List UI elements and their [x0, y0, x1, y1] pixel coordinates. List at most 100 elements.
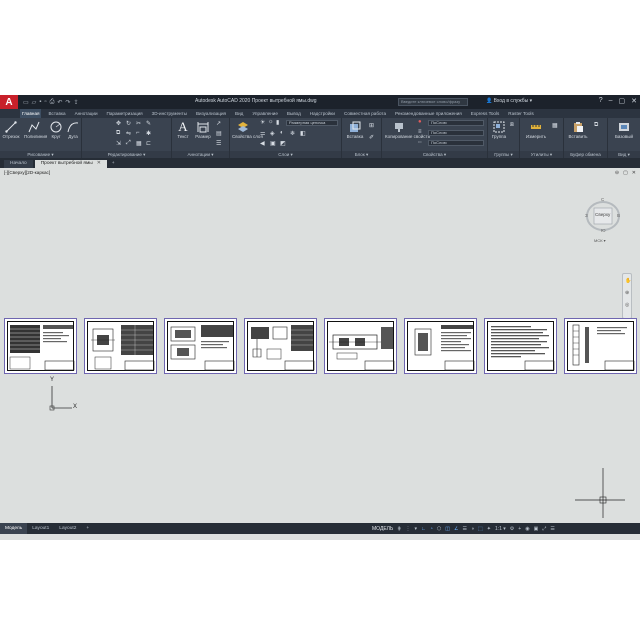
doc-tab-start[interactable]: Начало	[4, 160, 33, 168]
bulb-icon[interactable]: ☀	[260, 119, 265, 126]
paste-tool[interactable]: Вставить	[567, 121, 589, 139]
array-icon[interactable]: ▦	[136, 140, 142, 147]
layout-tab-layout1[interactable]: Layout1	[27, 523, 54, 534]
search-input[interactable]: Введите ключевое слово/фразу	[398, 98, 468, 106]
mirror-icon[interactable]: ⇋	[126, 130, 131, 137]
match-properties-tool[interactable]: Копирование свойств	[385, 121, 430, 139]
close-drawing-icon[interactable]: ✕	[632, 170, 636, 176]
polyline-tool[interactable]: Полилиния	[24, 121, 47, 139]
doc-tab-drawing[interactable]: Проект вытребной ямы ✕	[34, 160, 107, 168]
viewcube-top-label[interactable]: Сверху	[595, 212, 610, 217]
selection-cycle-icon[interactable]: ⬚	[478, 526, 483, 532]
layer-unlock-icon[interactable]: ◧	[300, 130, 306, 137]
markup-icon[interactable]: ☰	[216, 140, 221, 147]
tab-parametric[interactable]: Параметризация	[105, 109, 145, 118]
save-as-icon[interactable]: ▫	[44, 99, 46, 105]
redo-icon[interactable]: ↷	[65, 99, 70, 106]
group-tool[interactable]: Группа	[490, 121, 508, 139]
wcs-menu[interactable]: МСК ▾	[594, 238, 606, 243]
insert-block-tool[interactable]: Вставка	[345, 121, 365, 139]
tab-addins[interactable]: Надстройки	[308, 109, 337, 118]
new-tab-icon[interactable]: +	[109, 160, 118, 168]
tab-visualize[interactable]: Визуализация	[194, 109, 228, 118]
annotation-visibility-icon[interactable]: ✦	[487, 526, 491, 532]
zoom-icon[interactable]: ⊕	[625, 290, 629, 296]
lineweight-toggle-icon[interactable]: ☰	[462, 526, 466, 532]
navigation-bar[interactable]: ✋ ⊕ ◎	[622, 273, 632, 319]
tab-3d-tools[interactable]: 3D-инструменты	[150, 109, 189, 118]
isodraft-icon[interactable]: ⬡	[437, 526, 441, 532]
layout-tab-layout2[interactable]: Layout2	[54, 523, 81, 534]
trim-icon[interactable]: ✂	[136, 120, 141, 127]
table-icon[interactable]: ▤	[216, 130, 222, 137]
minimize-button[interactable]: –	[609, 97, 613, 105]
workspace-gear-icon[interactable]: ⚙	[510, 526, 514, 532]
customize-icon[interactable]: ☰	[550, 526, 554, 532]
create-block-icon[interactable]: ⊞	[369, 122, 374, 129]
layer-match-icon[interactable]: ⚌	[260, 130, 265, 137]
share-icon[interactable]: ⇪	[73, 99, 78, 106]
open-icon[interactable]: ▱	[32, 99, 37, 106]
lock-icon[interactable]: ▮	[276, 119, 279, 126]
lineweight-icon[interactable]: ≡	[418, 129, 422, 135]
viewcube-west[interactable]: З	[585, 213, 588, 218]
layer-prev-icon[interactable]: ◀	[260, 140, 265, 147]
pan-icon[interactable]: ✋	[625, 278, 631, 284]
new-file-icon[interactable]: ▭	[23, 99, 29, 106]
maximize-icon[interactable]: ▢	[623, 170, 628, 176]
layer-properties-tool[interactable]: Свойства слоя	[232, 121, 263, 139]
layer-off-icon[interactable]: ◐	[280, 130, 284, 136]
print-icon[interactable]: ⎙	[50, 99, 55, 106]
drawing-sheet[interactable]	[4, 318, 77, 374]
drawing-sheet[interactable]	[564, 318, 637, 374]
explode-icon[interactable]: ✱	[146, 130, 151, 137]
tab-collaborate[interactable]: Совместная работа	[342, 109, 388, 118]
tab-home[interactable]: Главная	[20, 109, 42, 118]
copy-clip-icon[interactable]: ⧉	[594, 122, 598, 129]
tab-raster-tools[interactable]: Raster Tools	[506, 109, 535, 118]
tab-annotate[interactable]: Аннотации	[73, 109, 100, 118]
isolate-icon[interactable]: ◉	[525, 526, 529, 532]
app-menu-button[interactable]: A	[0, 95, 18, 109]
save-icon[interactable]: ▪	[39, 99, 41, 105]
drawing-sheet[interactable]	[404, 318, 477, 374]
help-icon[interactable]: ?	[599, 97, 603, 105]
ungroup-icon[interactable]: ⧈	[510, 122, 514, 129]
new-layout-icon[interactable]: +	[81, 523, 94, 534]
close-button[interactable]: ✕	[631, 97, 637, 105]
erase-icon[interactable]: ✎	[146, 120, 151, 127]
circle-tool[interactable]: Круг	[49, 121, 63, 139]
drawing-sheet[interactable]	[484, 318, 557, 374]
color-icon[interactable]: ●	[418, 119, 422, 125]
base-view-tool[interactable]: Базовый	[611, 121, 637, 139]
lineweight-combo[interactable]: ПоСлою	[428, 130, 484, 136]
viewport-controls[interactable]: [-][Сверху][2D-каркас]	[4, 170, 50, 175]
transparency-icon[interactable]: ◑	[471, 526, 474, 532]
line-tool[interactable]: Отрезок	[2, 121, 20, 139]
measure-tool[interactable]: Измерить	[523, 121, 549, 139]
undo-icon[interactable]: ↶	[57, 99, 62, 106]
offset-icon[interactable]: ⊏	[146, 140, 151, 147]
layer-merge-icon[interactable]: ◩	[280, 140, 286, 147]
model-space-toggle[interactable]: МОДЕЛЬ	[372, 526, 393, 532]
calculator-icon[interactable]: ▦	[552, 122, 558, 129]
layer-combo[interactable]: Размерная цепочка	[286, 120, 338, 126]
layer-freeze-icon[interactable]: ❄	[290, 130, 295, 137]
layer-iso-icon[interactable]: ◈	[270, 130, 275, 137]
viewcube-east[interactable]: В	[617, 213, 620, 218]
edit-block-icon[interactable]: ✐	[369, 134, 374, 141]
scale-icon[interactable]: ⤢	[126, 140, 131, 147]
signin-button[interactable]: 👤 Вход в службы ▾	[486, 98, 532, 104]
drawing-canvas[interactable]: [-][Сверху][2D-каркас] ⊖ ▢ ✕ Сверху С Ю …	[0, 168, 640, 523]
polar-icon[interactable]: ◔	[430, 526, 433, 532]
arc-tool[interactable]: Дуга	[66, 121, 80, 139]
move-icon[interactable]: ✥	[116, 120, 121, 127]
sun-icon[interactable]: ☼	[268, 119, 274, 125]
otrack-icon[interactable]: ∠	[454, 526, 458, 532]
grid-icon[interactable]: ⋕	[397, 526, 401, 532]
text-tool[interactable]: A Текст	[175, 120, 191, 139]
hardware-accel-icon[interactable]: ▣	[534, 526, 539, 532]
orbit-icon[interactable]: ◎	[625, 302, 629, 308]
tab-view[interactable]: Вид	[233, 109, 245, 118]
infer-icon[interactable]: ▾	[414, 526, 417, 532]
